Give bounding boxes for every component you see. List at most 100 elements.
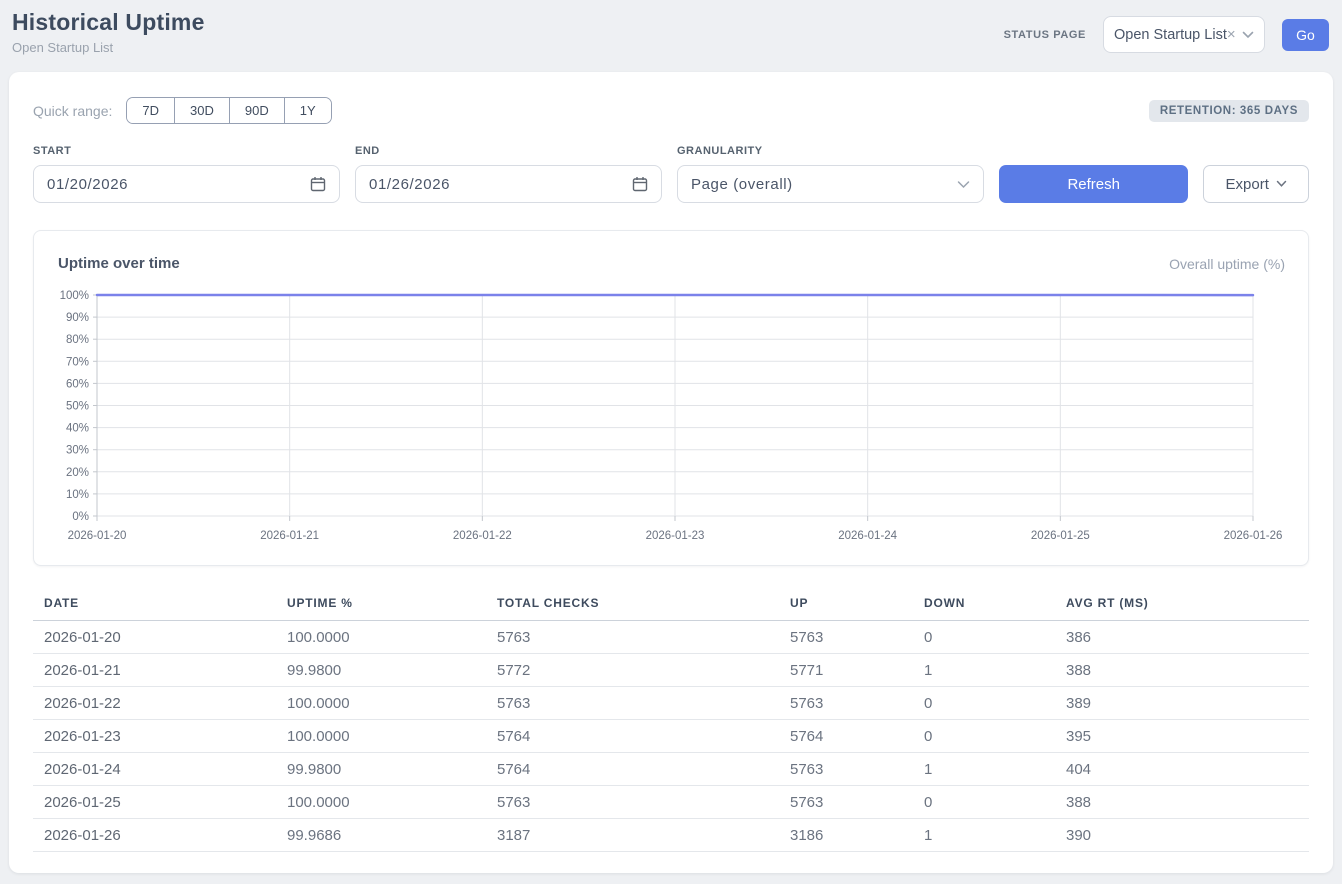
table-cell: 1 bbox=[913, 827, 1055, 844]
table-row: 2026-01-22100.0000576357630389 bbox=[33, 687, 1309, 720]
table-row: 2026-01-20100.0000576357630386 bbox=[33, 621, 1309, 654]
clear-selection-icon[interactable]: × bbox=[1227, 26, 1236, 43]
table-cell: 3186 bbox=[779, 827, 913, 844]
table-cell: 5771 bbox=[779, 662, 913, 679]
svg-text:10%: 10% bbox=[66, 489, 89, 501]
svg-text:30%: 30% bbox=[66, 445, 89, 457]
uptime-table: DATEUPTIME %TOTAL CHECKSUPDOWNAVG RT (MS… bbox=[33, 588, 1309, 852]
uptime-table-body: 2026-01-20100.00005763576303862026-01-21… bbox=[33, 621, 1309, 852]
quick-range-label: Quick range: bbox=[33, 103, 112, 119]
start-date-label: START bbox=[33, 145, 340, 157]
header-titles: Historical Uptime Open Startup List bbox=[12, 9, 205, 55]
chevron-down-icon bbox=[957, 180, 970, 189]
table-cell: 0 bbox=[913, 629, 1055, 646]
table-cell: 5763 bbox=[486, 794, 779, 811]
svg-text:50%: 50% bbox=[66, 401, 89, 413]
table-cell: 5763 bbox=[779, 794, 913, 811]
table-cell: 0 bbox=[913, 728, 1055, 745]
column-header: DOWN bbox=[913, 596, 1055, 610]
calendar-icon[interactable] bbox=[310, 176, 326, 192]
svg-text:20%: 20% bbox=[66, 467, 89, 479]
filter-row: START 01/20/2026 END 01/26/2026 GRANULAR… bbox=[33, 145, 1309, 203]
svg-text:100%: 100% bbox=[60, 290, 89, 302]
granularity-select[interactable]: Page (overall) bbox=[677, 165, 984, 203]
svg-text:2026-01-20: 2026-01-20 bbox=[68, 530, 127, 542]
page-header: Historical Uptime Open Startup List STAT… bbox=[0, 0, 1342, 55]
quick-range-row: Quick range: 7D30D90D1Y RETENTION: 365 D… bbox=[33, 97, 1309, 124]
end-date-label: END bbox=[355, 145, 662, 157]
calendar-icon[interactable] bbox=[632, 176, 648, 192]
table-cell: 5764 bbox=[486, 761, 779, 778]
quick-range-group: 7D30D90D1Y bbox=[126, 97, 331, 124]
end-date-value: 01/26/2026 bbox=[369, 176, 450, 193]
table-cell: 5764 bbox=[779, 728, 913, 745]
table-cell: 99.9686 bbox=[276, 827, 486, 844]
table-cell: 5763 bbox=[779, 695, 913, 712]
quick-range-90d[interactable]: 90D bbox=[229, 98, 284, 123]
export-button[interactable]: Export bbox=[1203, 165, 1309, 203]
table-cell: 100.0000 bbox=[276, 629, 486, 646]
table-cell: 2026-01-26 bbox=[33, 827, 276, 844]
table-cell: 386 bbox=[1055, 629, 1309, 646]
page-subtitle: Open Startup List bbox=[12, 40, 205, 55]
quick-range-1y[interactable]: 1Y bbox=[284, 98, 331, 123]
main-panel: Quick range: 7D30D90D1Y RETENTION: 365 D… bbox=[9, 72, 1333, 873]
table-cell: 5763 bbox=[486, 629, 779, 646]
table-cell: 5763 bbox=[779, 629, 913, 646]
quick-range-7d[interactable]: 7D bbox=[127, 98, 174, 123]
table-cell: 5763 bbox=[779, 761, 913, 778]
table-cell: 1 bbox=[913, 662, 1055, 679]
end-date-input[interactable]: 01/26/2026 bbox=[355, 165, 662, 203]
uptime-chart-card: Uptime over time Overall uptime (%) 0%10… bbox=[33, 230, 1309, 566]
table-cell: 388 bbox=[1055, 662, 1309, 679]
table-cell: 395 bbox=[1055, 728, 1309, 745]
granularity-value: Page (overall) bbox=[691, 176, 793, 193]
page-title: Historical Uptime bbox=[12, 9, 205, 36]
svg-text:2026-01-21: 2026-01-21 bbox=[260, 530, 319, 542]
table-cell: 5772 bbox=[486, 662, 779, 679]
svg-text:40%: 40% bbox=[66, 423, 89, 435]
svg-text:0%: 0% bbox=[72, 511, 89, 523]
table-cell: 389 bbox=[1055, 695, 1309, 712]
go-button[interactable]: Go bbox=[1282, 19, 1329, 51]
table-cell: 2026-01-21 bbox=[33, 662, 276, 679]
chevron-down-icon bbox=[1276, 180, 1287, 188]
table-cell: 5764 bbox=[486, 728, 779, 745]
start-date-input[interactable]: 01/20/2026 bbox=[33, 165, 340, 203]
table-cell: 100.0000 bbox=[276, 794, 486, 811]
column-header: AVG RT (MS) bbox=[1055, 596, 1309, 610]
svg-text:2026-01-22: 2026-01-22 bbox=[453, 530, 512, 542]
refresh-button[interactable]: Refresh bbox=[999, 165, 1188, 203]
svg-text:60%: 60% bbox=[66, 378, 89, 390]
table-cell: 2026-01-23 bbox=[33, 728, 276, 745]
svg-text:2026-01-25: 2026-01-25 bbox=[1031, 530, 1090, 542]
table-cell: 0 bbox=[913, 695, 1055, 712]
retention-badge: RETENTION: 365 DAYS bbox=[1149, 100, 1309, 122]
table-row: 2026-01-23100.0000576457640395 bbox=[33, 720, 1309, 753]
column-header: TOTAL CHECKS bbox=[486, 596, 779, 610]
svg-text:70%: 70% bbox=[66, 356, 89, 368]
status-page-value: Open Startup List bbox=[1114, 27, 1227, 43]
table-cell: 2026-01-25 bbox=[33, 794, 276, 811]
svg-text:90%: 90% bbox=[66, 312, 89, 324]
table-cell: 1 bbox=[913, 761, 1055, 778]
status-page-label: STATUS PAGE bbox=[1004, 29, 1086, 41]
table-row: 2026-01-2499.9800576457631404 bbox=[33, 753, 1309, 786]
table-cell: 404 bbox=[1055, 761, 1309, 778]
svg-text:80%: 80% bbox=[66, 334, 89, 346]
table-cell: 388 bbox=[1055, 794, 1309, 811]
table-cell: 99.9800 bbox=[276, 662, 486, 679]
status-page-select[interactable]: Open Startup List × bbox=[1103, 16, 1265, 53]
granularity-label: GRANULARITY bbox=[677, 145, 984, 157]
table-cell: 100.0000 bbox=[276, 695, 486, 712]
uptime-chart-svg: 0% 10% 20% 30% 40% 50% 60% 70% 80% 90% 100% 2026-01… bbox=[34, 231, 1308, 565]
column-header: DATE bbox=[33, 596, 276, 610]
quick-range-30d[interactable]: 30D bbox=[174, 98, 229, 123]
svg-text:2026-01-24: 2026-01-24 bbox=[838, 530, 897, 542]
table-row: 2026-01-2199.9800577257711388 bbox=[33, 654, 1309, 687]
header-controls: STATUS PAGE Open Startup List × Go bbox=[1004, 16, 1329, 53]
uptime-table-header: DATEUPTIME %TOTAL CHECKSUPDOWNAVG RT (MS… bbox=[33, 588, 1309, 621]
table-cell: 2026-01-20 bbox=[33, 629, 276, 646]
table-cell: 5763 bbox=[486, 695, 779, 712]
table-cell: 390 bbox=[1055, 827, 1309, 844]
